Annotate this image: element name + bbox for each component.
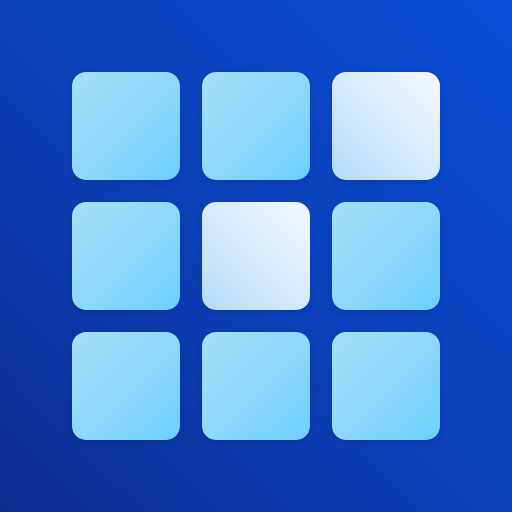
grid-tile-r3-c3	[332, 332, 440, 440]
app-icon	[0, 0, 512, 512]
grid-tile-r1-c3	[332, 72, 440, 180]
grid-tile-r3-c2	[202, 332, 310, 440]
grid-3x3-icon	[72, 72, 440, 440]
grid-tile-r2-c3	[332, 202, 440, 310]
grid-tile-r1-c1	[72, 72, 180, 180]
grid-tile-r2-c2	[202, 202, 310, 310]
grid-tile-r3-c1	[72, 332, 180, 440]
grid-tile-r1-c2	[202, 72, 310, 180]
grid-tile-r2-c1	[72, 202, 180, 310]
